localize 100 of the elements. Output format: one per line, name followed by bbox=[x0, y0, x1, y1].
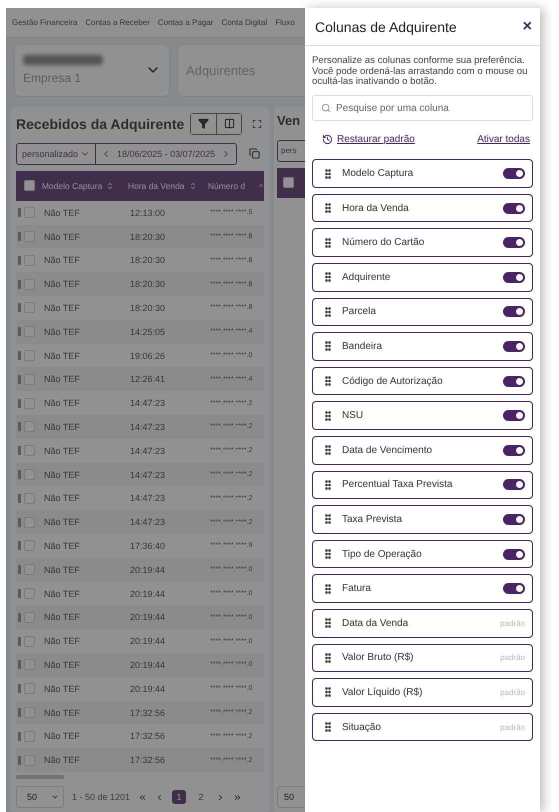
column-item[interactable]: Situação padrão bbox=[312, 712, 533, 742]
toggle-switch[interactable] bbox=[503, 583, 525, 594]
table-cell-text: Não TEF bbox=[44, 588, 81, 599]
toggle-switch[interactable] bbox=[503, 168, 525, 179]
close-button[interactable]: × bbox=[522, 18, 532, 36]
enable-all-link[interactable]: Ativar todas bbox=[477, 134, 530, 146]
column-item[interactable]: Código de Autorização bbox=[312, 366, 533, 396]
nav-link[interactable]: Contas a Pagar bbox=[158, 18, 214, 27]
toggle-switch[interactable] bbox=[503, 202, 525, 214]
column-item[interactable]: Percentual Taxa Prevista bbox=[312, 470, 533, 500]
period-select[interactable]: pers bbox=[277, 140, 305, 162]
toggle-switch[interactable] bbox=[503, 479, 525, 490]
row-handle-icon bbox=[18, 660, 21, 670]
toggle-switch[interactable] bbox=[503, 410, 525, 422]
row-handle-icon bbox=[18, 518, 21, 527]
column-label: Bandeira bbox=[342, 340, 384, 352]
row-handle-icon bbox=[18, 684, 21, 694]
default-label: padrão bbox=[500, 688, 525, 697]
table-cell-text: 20:19:44 bbox=[130, 660, 166, 670]
column-label: Adquirente bbox=[342, 272, 392, 283]
expand-icon bbox=[252, 118, 262, 129]
row-handle-icon bbox=[18, 494, 21, 503]
columns-button[interactable] bbox=[216, 114, 242, 134]
column-item[interactable]: Valor Bruto (R$) padrão bbox=[312, 644, 533, 672]
column-item[interactable]: Data de Vencimento bbox=[312, 436, 533, 465]
search-field[interactable]: Pesquise por uma coluna bbox=[312, 95, 533, 122]
page-button[interactable]: 1 bbox=[172, 790, 186, 804]
row-handle-icon bbox=[18, 565, 21, 574]
table-cell-text: 18:20:30 bbox=[130, 255, 166, 266]
toggle-switch[interactable] bbox=[503, 272, 525, 283]
toggle-switch[interactable] bbox=[503, 548, 525, 560]
nav-link[interactable]: Contas a Receber bbox=[85, 18, 150, 27]
nav-link[interactable]: Conta Digital bbox=[221, 18, 268, 27]
copy-icon bbox=[249, 148, 260, 160]
row-handle-icon bbox=[18, 470, 21, 480]
table-cell-text: 17:36:40 bbox=[130, 540, 166, 551]
column-header[interactable]: Modelo Captura bbox=[42, 180, 128, 191]
row-handle-icon bbox=[18, 589, 21, 598]
chevron-down-icon bbox=[51, 793, 59, 801]
table-cell-text: Não TEF bbox=[44, 564, 81, 575]
toggle-switch[interactable] bbox=[503, 514, 525, 525]
default-label: padrão bbox=[500, 653, 525, 662]
search-icon bbox=[321, 103, 331, 114]
nav-link[interactable]: Gestão Financeira bbox=[12, 18, 78, 27]
toggle-switch[interactable] bbox=[503, 444, 525, 456]
table-cell-text: Não TEF bbox=[44, 302, 81, 313]
table-cell-text: 14:47:23 bbox=[130, 398, 166, 408]
table-cell-text: 20:19:44 bbox=[130, 588, 166, 599]
page-button[interactable]: 2 bbox=[194, 790, 208, 804]
table-cell-text: Não TEF bbox=[44, 255, 81, 266]
sort-icon[interactable] bbox=[106, 182, 114, 190]
table-cell-text: Não TEF bbox=[44, 660, 81, 670]
table-cell-text: 14:47:23 bbox=[130, 493, 166, 504]
toggle-switch[interactable] bbox=[503, 306, 525, 318]
column-label: Percentual Taxa Prevista bbox=[342, 479, 454, 490]
column-label: Fatura bbox=[342, 583, 372, 594]
column-label: Data de Vencimento bbox=[342, 444, 434, 456]
toggle-switch[interactable] bbox=[503, 237, 525, 248]
table-cell-text: 20:19:44 bbox=[130, 684, 166, 694]
row-handle-icon bbox=[18, 422, 21, 432]
column-item[interactable]: Bandeira bbox=[312, 332, 533, 361]
panel-title: Ven bbox=[277, 112, 302, 128]
table-cell-text: Não TEF bbox=[44, 279, 81, 290]
table-cell-text: Não TEF bbox=[44, 398, 81, 408]
nav-link[interactable]: Fluxo bbox=[275, 18, 295, 27]
column-label: Tipo de Operação bbox=[342, 548, 423, 560]
column-item[interactable]: Tipo de Operação bbox=[312, 540, 533, 568]
page-size-select[interactable]: 50 bbox=[16, 786, 64, 808]
table-cell-text: Não TEF bbox=[44, 755, 81, 766]
table-cell-text: Não TEF bbox=[44, 350, 81, 361]
column-item[interactable]: Valor Líquido (R$) padrão bbox=[312, 678, 533, 707]
column-item[interactable]: Parcela bbox=[312, 298, 533, 326]
toggle-switch[interactable] bbox=[503, 340, 525, 352]
column-item[interactable]: NSU bbox=[312, 401, 533, 430]
last-page-icon[interactable] bbox=[233, 792, 242, 802]
table-cell-text: 17:32:56 bbox=[130, 708, 166, 718]
period-select[interactable]: personalizado bbox=[16, 142, 96, 165]
default-label: padrão bbox=[500, 618, 525, 628]
toggle-switch[interactable] bbox=[503, 376, 525, 387]
column-item[interactable]: Número do Cartão bbox=[312, 228, 533, 257]
sort-icon[interactable] bbox=[188, 182, 197, 190]
page-size-select[interactable]: 50 bbox=[277, 786, 305, 808]
column-item[interactable]: Data da Venda padrão bbox=[312, 608, 533, 638]
date-range-picker[interactable]: 18/06/2025 - 03/07/2025 bbox=[96, 142, 238, 165]
first-page-icon[interactable] bbox=[138, 792, 148, 802]
table-cell-text: 12:26:41 bbox=[130, 374, 166, 384]
column-item[interactable]: Hora da Venda bbox=[312, 194, 533, 222]
column-header[interactable]: Hora da Venda bbox=[128, 180, 208, 191]
column-header[interactable]: Número d bbox=[208, 180, 258, 191]
table-cell-text: Não TEF bbox=[44, 422, 81, 432]
column-item[interactable]: Adquirente bbox=[312, 262, 533, 292]
column-item[interactable]: Modelo Captura bbox=[312, 159, 533, 188]
table-cell-text: 17:32:56 bbox=[130, 755, 166, 766]
table-cell-text: Não TEF bbox=[44, 636, 81, 646]
header-checkbox[interactable] bbox=[283, 177, 294, 188]
restore-link[interactable]: Restaurar padrão bbox=[322, 134, 415, 146]
column-item[interactable]: Fatura bbox=[312, 574, 533, 603]
table-cell-text: Não TEF bbox=[44, 493, 81, 504]
column-item[interactable]: Taxa Prevista bbox=[312, 505, 533, 534]
header-checkbox[interactable] bbox=[24, 180, 35, 192]
